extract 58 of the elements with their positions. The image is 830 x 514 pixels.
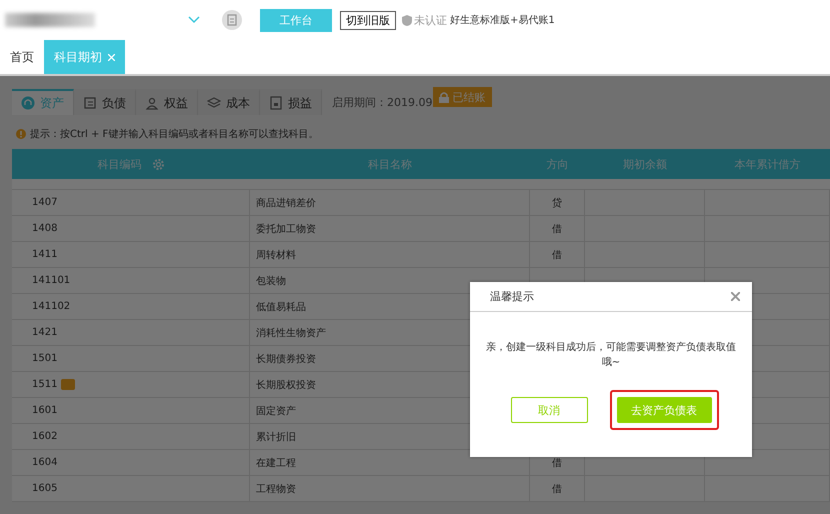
table-cell-text: 长期债券投资: [256, 352, 316, 366]
cancel-button[interactable]: 取消: [510, 397, 588, 423]
table-cell-text: 借: [552, 482, 562, 496]
lock-icon: [438, 92, 448, 102]
table-cell-text: 在建工程: [256, 456, 296, 470]
document-icon[interactable]: [222, 10, 242, 30]
table-cell-text: 长期股权投资: [256, 378, 316, 392]
column-header: 科目名称: [368, 156, 412, 172]
table-cell: 1601: [32, 405, 58, 416]
asset-icon: [21, 96, 35, 110]
column-header: 方向: [546, 156, 568, 172]
table-cell-text: 借: [552, 248, 562, 262]
table-cell-text: 包装物: [256, 274, 286, 288]
workbench-button[interactable]: 工作台: [260, 8, 332, 32]
ledger-icon: [83, 96, 97, 110]
confirm-button[interactable]: 去资产负债表: [616, 397, 712, 423]
column-header: 科目编码: [98, 156, 142, 172]
settings-icon[interactable]: [152, 158, 164, 170]
report-icon: [269, 96, 283, 110]
column-header: 期初余额: [623, 156, 667, 172]
table-cell-text: 累计折旧: [256, 430, 296, 444]
table-cell: 1408: [32, 223, 58, 234]
table-cell: 1605: [32, 483, 58, 494]
product-name: 好生意标准版+易代账1: [450, 14, 555, 27]
close-icon[interactable]: [731, 292, 740, 301]
page-tab[interactable]: 科目期初: [44, 40, 125, 74]
table-cell: 1421: [32, 327, 58, 338]
table-cell: 1501: [32, 353, 58, 364]
table-cell-text: 贷: [552, 196, 562, 210]
dialog-title: 温馨提示: [490, 289, 534, 304]
chevron-down-icon[interactable]: [188, 16, 200, 24]
table-cell: 1407: [32, 197, 58, 208]
certification-status: 未认证: [414, 12, 447, 28]
table-cell: 141102: [32, 301, 70, 312]
table-cell: 1602: [32, 431, 58, 442]
table-cell-text: 消耗性生物资产: [256, 326, 326, 340]
table-cell-text: 固定资产: [256, 404, 296, 418]
table-cell-text: 借: [552, 222, 562, 236]
table-cell-text: 商品进销差价: [256, 196, 316, 210]
column-header: 本年累计借方: [734, 156, 800, 172]
closed-badge-text: 已结账: [452, 90, 486, 104]
layers-icon: [207, 96, 221, 110]
table-cell: 1604: [32, 457, 58, 468]
period-label: 启用期间：2019.09: [332, 94, 432, 110]
tip-text: 提示：按Ctrl + F键并输入科目编码或者科目名称可以查找科目。: [30, 128, 318, 141]
dialog-message: 亲，创建一级科目成功后，可能需要调整资产负债表取值哦~: [485, 340, 737, 370]
table-cell-text: 低值易耗品: [256, 300, 306, 314]
table-cell-text: 工程物资: [256, 482, 296, 496]
shield-icon: [402, 14, 412, 26]
warning-icon: [16, 129, 26, 139]
person-icon: [145, 96, 159, 110]
table-cell-text: 借: [552, 456, 562, 470]
table-cell-text: 委托加工物资: [256, 222, 316, 236]
switch-version-button[interactable]: 切到旧版: [340, 10, 396, 30]
table-cell: 1511: [32, 379, 58, 390]
table-cell-text: 周转材料: [256, 248, 296, 262]
table-cell: 141101: [32, 275, 70, 286]
table-cell: 1411: [32, 249, 58, 260]
